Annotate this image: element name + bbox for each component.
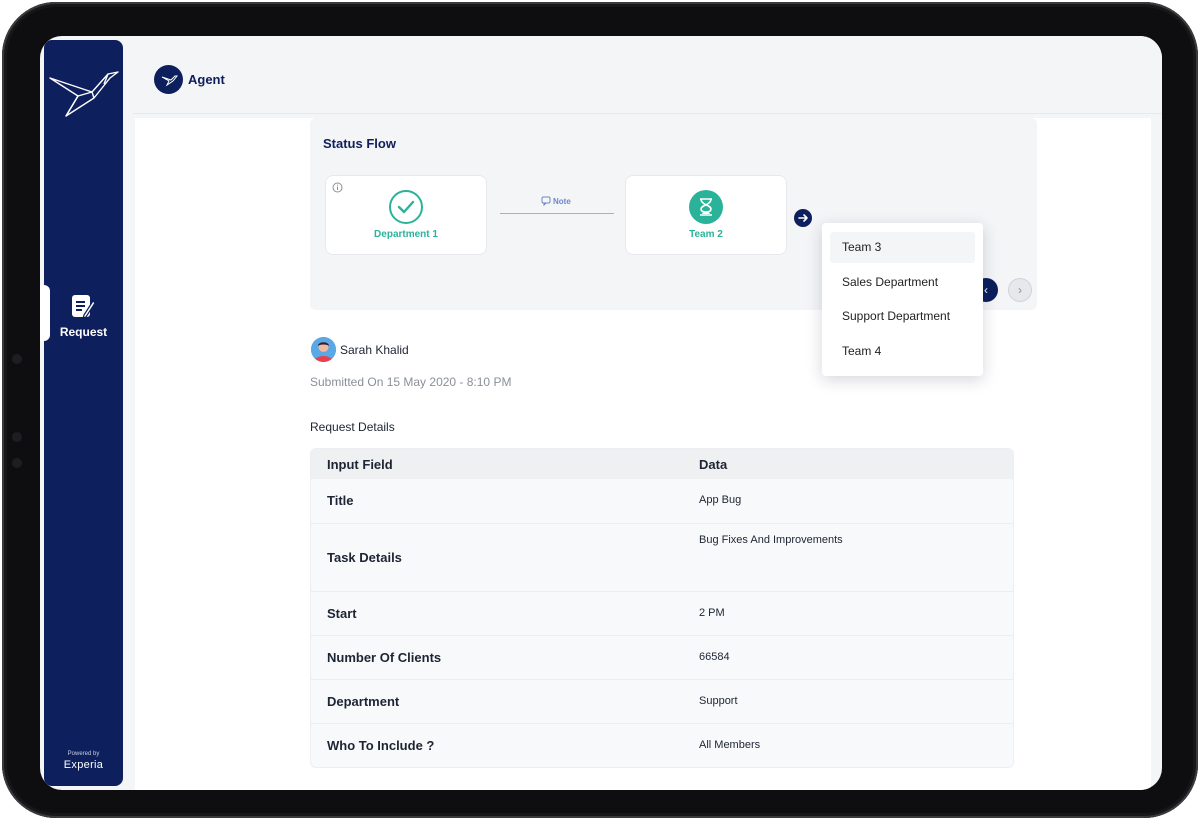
field-name: Start: [327, 606, 357, 621]
flow-step-label: Team 2: [689, 229, 723, 240]
section-title: Request Details: [310, 420, 395, 434]
main-content: Status Flow Department 1 Note Team 2 ‹ ›…: [135, 118, 1151, 790]
field-value: Support: [699, 695, 738, 707]
info-icon[interactable]: [332, 182, 343, 193]
table-row: Start 2 PM: [311, 591, 1013, 635]
flow-step-card[interactable]: Team 2: [625, 175, 787, 255]
bird-logo-icon: [161, 75, 179, 87]
table-row: Title App Bug: [311, 479, 1013, 523]
column-header: Data: [699, 457, 728, 472]
field-name: Title: [327, 493, 354, 508]
field-value: App Bug: [699, 494, 742, 506]
hourglass-icon: [689, 190, 723, 224]
tablet-frame: Request Powered by Experia Agent Status …: [2, 2, 1198, 818]
side-button: [12, 354, 22, 364]
check-icon: [389, 190, 423, 224]
table-row: Department Support: [311, 679, 1013, 723]
flow-step-card[interactable]: Department 1: [325, 175, 487, 255]
status-flow-title: Status Flow: [323, 136, 396, 151]
field-name: Department: [327, 694, 400, 709]
bird-logo-icon: [49, 71, 119, 117]
status-dropdown-menu: Team 3 Sales Department Support Departme…: [822, 223, 983, 376]
side-button: [12, 458, 22, 468]
request-document-icon: [72, 295, 96, 319]
flow-step-label: Department 1: [374, 229, 438, 240]
dropdown-item[interactable]: Team 4: [842, 344, 881, 358]
powered-by-label: Powered by: [67, 751, 100, 757]
field-value: All Members: [699, 739, 761, 751]
dropdown-item[interactable]: Support Department: [842, 309, 950, 323]
table-row: Task Details Bug Fixes And Improvements: [311, 523, 1013, 591]
field-name: Who To Include ?: [327, 738, 435, 753]
brand-name: Experia: [63, 759, 104, 771]
page-title: Agent: [188, 72, 225, 87]
sidebar-item-label: Request: [59, 325, 108, 339]
user-name: Sarah Khalid: [340, 343, 409, 357]
sidebar: Request Powered by Experia: [40, 40, 123, 786]
comment-icon: [541, 196, 551, 206]
note-link[interactable]: Note: [541, 196, 571, 206]
dropdown-item[interactable]: Sales Department: [842, 275, 938, 289]
field-value: 66584: [699, 651, 730, 663]
agent-avatar[interactable]: [154, 65, 183, 94]
sidebar-item-request[interactable]: Request: [40, 285, 123, 341]
dropdown-item[interactable]: Team 3: [842, 240, 881, 254]
field-name: Task Details: [327, 550, 402, 565]
screen: Request Powered by Experia Agent Status …: [40, 36, 1162, 790]
table-header: Input Field Data: [311, 449, 1013, 479]
arrow-right-button[interactable]: [794, 209, 812, 227]
note-label: Note: [553, 196, 571, 206]
next-button[interactable]: ›: [1008, 278, 1032, 302]
header: Agent: [133, 36, 1162, 114]
side-button: [12, 432, 22, 442]
field-value: Bug Fixes And Improvements: [699, 534, 843, 546]
field-value: 2 PM: [699, 607, 725, 619]
flow-connector: [500, 213, 614, 214]
arrow-right-icon: [798, 214, 808, 222]
request-details-table: Input Field Data Title App Bug Task Deta…: [310, 448, 1014, 768]
column-header: Input Field: [327, 457, 393, 472]
avatar[interactable]: [311, 337, 336, 362]
submitted-timestamp: Submitted On 15 May 2020 - 8:10 PM: [310, 375, 512, 389]
field-name: Number Of Clients: [327, 650, 442, 665]
table-row: Number Of Clients 66584: [311, 635, 1013, 679]
table-row: Who To Include ? All Members: [311, 723, 1013, 767]
